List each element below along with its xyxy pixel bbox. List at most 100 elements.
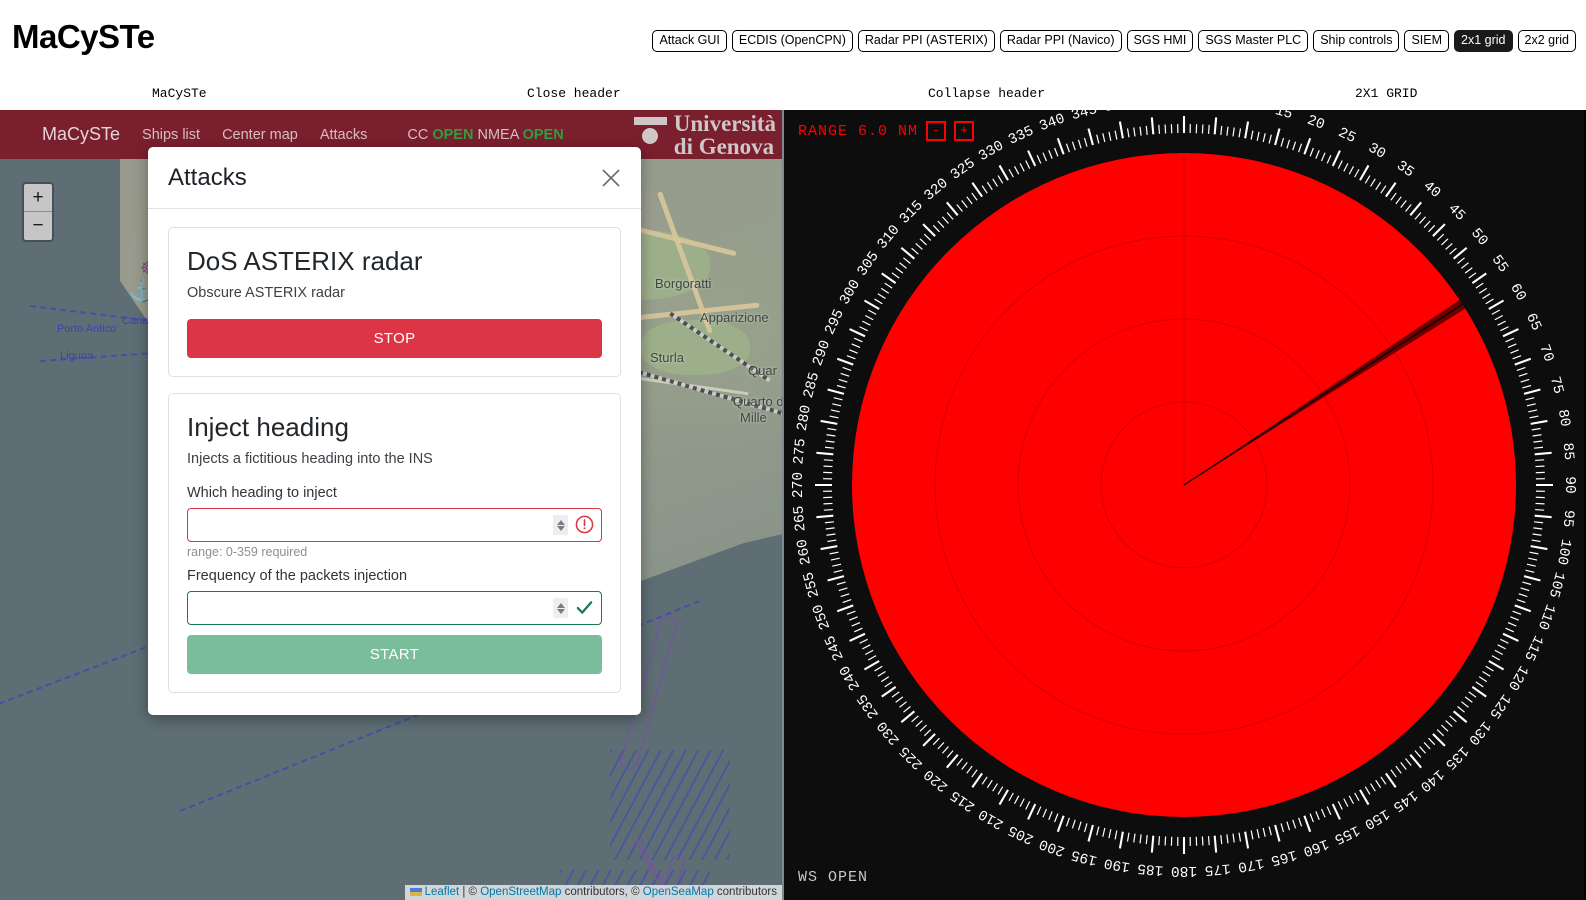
stop-attack-button[interactable]: STOP [187,319,602,358]
ecdis-link-ships-list[interactable]: Ships list [142,127,200,143]
top-header: MaCySTe Attack GUI ECDIS (OpenCPN) Radar P… [0,0,1586,84]
radar-bearing-label: 325 [948,156,979,184]
radar-bearing-label: 20 [1305,113,1327,134]
radar-ppi-panel: RANGE 6.0 NM - + 05101520253035404550556… [784,110,1584,900]
unige-logo: Università di Genova [633,112,776,158]
nav-button-siem[interactable]: SIEM [1404,30,1450,52]
radar-bearing-label: 355 [1137,110,1164,111]
field-label: Frequency of the packets injection [187,568,408,584]
heading-input[interactable] [187,508,602,542]
radar-bearing-label: 145 [1390,786,1421,814]
radar-range-label: RANGE 6.0 NM [798,122,919,140]
map-place-label: Apparizione [700,310,769,325]
ecdis-brand[interactable]: MaCySTe [42,124,120,145]
zoom-out-button[interactable]: − [24,212,52,240]
modal-title: Attacks [168,163,247,191]
radar-bearing-label: 75 [1546,375,1566,396]
radar-bearing-label: 10 [1241,110,1261,115]
nav-button-ecdis-opencpn[interactable]: ECDIS (OpenCPN) [731,30,853,52]
radar-bearing-label: 90 [1561,476,1577,493]
radar-bearing-label: 260 [795,538,815,566]
radar-bearing-label: 340 [1037,111,1067,135]
radar-bearing-label: 80 [1554,408,1573,428]
radar-bearing-label: 310 [875,222,904,252]
radar-bearing-label: 250 [810,602,834,632]
radar-bearing-label: 330 [976,138,1007,165]
radar-bearing-label: 290 [810,338,834,368]
attack-card: DoS ASTERIX radar Obscure ASTERIX radar ST… [168,227,621,377]
radar-bearing-label: 50 [1467,226,1490,250]
start-attack-button[interactable]: START [187,635,602,674]
radar-bearing-label: 210 [976,805,1007,832]
unige-line-2: di Genova [673,134,775,159]
radar-bearing-label: 270 [791,472,807,498]
radar-range-decrease-button[interactable]: - [926,121,947,141]
map-place-label: Quarto dei [733,394,784,409]
radar-bearing-label: 60 [1506,281,1529,304]
frequency-input[interactable] [187,591,602,625]
radar-bearing-label: 240 [837,662,864,693]
radar-bearing-label: 235 [855,691,883,722]
ecdis-link-center-map[interactable]: Center map [222,127,298,143]
sub-label-close-header[interactable]: Close header [527,86,621,101]
nmea-status-value: OPEN [522,126,564,143]
radar-bearing-label: 300 [837,277,864,308]
radar-bearing-label: 140 [1416,765,1446,794]
radar-bearing-label: 170 [1237,854,1265,874]
cc-status-value: OPEN [432,126,474,143]
radar-bearing-label: 125 [1485,691,1513,722]
nav-button-attack-gui[interactable]: Attack GUI [652,30,727,52]
radar-bearing-label: 95 [1559,509,1576,528]
attack-card-title: Inject heading [187,412,349,442]
ecdis-link-attacks[interactable]: Attacks [320,127,368,143]
map-place-label: Liguria [60,350,94,362]
nav-button-2x2-grid[interactable]: 2x2 grid [1517,30,1576,52]
nav-button-sgs-master-plc[interactable]: SGS Master PLC [1198,30,1309,52]
radar-bearing-label: 200 [1037,835,1067,859]
map-place-label: Borgoratti [655,276,712,291]
radar-bearing-label: 220 [921,765,951,794]
radar-bearing-label: 105 [1545,570,1567,599]
nav-button-ship-controls[interactable]: Ship controls [1313,30,1400,52]
map-place-label: Sturla [650,350,684,365]
field-wrapper [187,591,602,625]
map-place-label: Mille [740,410,767,425]
unige-line-1: Università [673,111,776,136]
radar-bearing-label: 275 [791,438,809,465]
zoom-in-button[interactable]: + [24,184,52,212]
sub-label-collapse-header[interactable]: Collapse header [928,86,1045,101]
openseamap-contributors-text: contributors [713,886,777,898]
sea-hatch-area [610,750,730,860]
cc-label: CC [407,126,429,143]
radar-bearing-label: 40 [1420,178,1444,201]
radar-bearing-label: 315 [897,198,927,228]
close-icon[interactable] [599,166,623,190]
radar-range-increase-button[interactable]: + [954,121,975,141]
number-stepper[interactable] [553,515,568,535]
nav-button-2x1-grid[interactable]: 2x1 grid [1454,30,1513,52]
nav-button-radar-ppi-navico[interactable]: Radar PPI (Navico) [999,30,1122,52]
radar-websocket-status: WS OPEN [798,869,869,886]
map-zoom-control: + − [22,182,54,242]
map-attribution: Leaflet | © OpenStreetMap contributors, … [404,885,782,900]
radar-bearing-label: 150 [1361,805,1392,832]
radar-ppi-display[interactable]: 0510152025303540455055606570758085909510… [784,110,1584,900]
openstreetmap-link[interactable]: OpenStreetMap [480,886,561,898]
error-circle-icon [575,515,594,534]
nav-button-radar-ppi-asterix[interactable]: Radar PPI (ASTERIX) [857,30,995,52]
app-title: MaCySTe [12,18,155,55]
number-stepper[interactable] [553,598,568,618]
map-place-label: Quar [748,363,777,378]
radar-bearing-label: 135 [1441,742,1471,772]
leaflet-link[interactable]: Leaflet [425,886,460,898]
radar-bearing-label: 55 [1488,252,1511,275]
nav-button-sgs-hmi[interactable]: SGS HMI [1126,30,1194,52]
radar-bearing-label: 15 [1273,110,1294,123]
radar-bearing-label: 130 [1464,717,1493,747]
attack-card: Inject heading Injects a fictitious headi… [168,393,621,693]
radar-bearing-label: 25 [1335,125,1358,147]
field-wrapper [187,508,602,542]
unige-logo-text: Università di Genova [674,112,776,158]
sub-label-macyste: MaCySTe [152,86,207,101]
openseamap-link[interactable]: OpenSeaMap [643,886,714,898]
